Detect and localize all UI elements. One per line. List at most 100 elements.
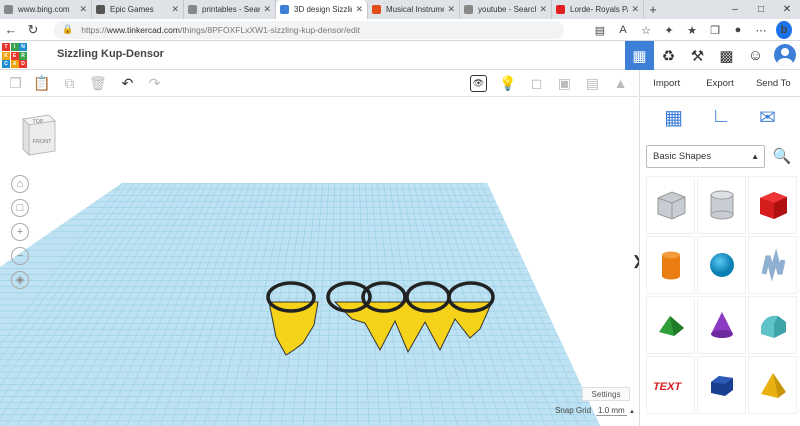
tab-favicon-icon xyxy=(372,5,381,14)
url-prefix: https:// xyxy=(81,24,107,35)
settings-button[interactable]: Settings xyxy=(582,387,630,401)
collections-icon[interactable]: ❐ xyxy=(707,24,723,37)
tab-favicon-icon xyxy=(188,5,197,14)
polygon-shape[interactable] xyxy=(697,356,746,414)
search-icon[interactable]: 🔍 xyxy=(771,145,793,168)
logo-letter: E xyxy=(10,51,19,60)
browser-tab[interactable]: 3D design Sizzlin ✕ xyxy=(276,0,368,19)
home-view-icon[interactable]: ⌂ xyxy=(11,175,29,193)
ungroup-icon[interactable]: ▣ xyxy=(556,75,573,92)
zoom-in-icon[interactable]: + xyxy=(11,223,29,241)
shape-category-select[interactable]: Basic Shapes ▲ xyxy=(646,145,765,168)
tab-close-icon[interactable]: ✕ xyxy=(263,4,271,15)
snap-grid[interactable]: Snap Grid 1.0 mm ▲ xyxy=(555,406,635,416)
build-icon[interactable]: ⚒ xyxy=(683,41,712,70)
notes-icon[interactable]: 💡 xyxy=(499,75,516,92)
snap-grid-value[interactable]: 1.0 mm xyxy=(596,406,627,416)
text-shape[interactable]: TEXT xyxy=(646,356,695,414)
pyramid-shape[interactable] xyxy=(748,356,797,414)
browser-address-bar: ← ↻ 🔒 https://www.tinkercad.com/things/8… xyxy=(0,19,800,41)
back-icon[interactable]: ← xyxy=(0,22,22,37)
notes-comment-icon[interactable]: ✉ xyxy=(759,105,776,135)
cylinder-shape[interactable] xyxy=(646,236,695,294)
logo-letter: C xyxy=(2,60,10,68)
chevron-updown-icon: ▲ xyxy=(751,152,759,161)
tab-favicon-icon xyxy=(96,5,105,14)
new-tab-icon[interactable]: + xyxy=(644,0,662,19)
more-icon[interactable]: ⋯ xyxy=(753,24,769,37)
perspective-icon[interactable]: ◈ xyxy=(11,271,29,289)
tab-close-icon[interactable]: ✕ xyxy=(171,4,179,15)
favorites-icon[interactable]: ★ xyxy=(684,24,700,37)
undo-icon[interactable]: ↶ xyxy=(119,75,136,92)
shapes-panel: Import Export Send To ▦ ∟ ✉ Basic Shapes… xyxy=(639,70,800,426)
url-path: /things/8PFOXFLxXW1-sizzling-kup-densor/… xyxy=(179,24,360,35)
maximize-icon[interactable]: □ xyxy=(748,0,774,19)
edit-toolbar: ❐ 📋 ⧉ 🗑 ↶ ↷ 👁 💡 ◻ ▣ ▤ ▲ xyxy=(0,70,638,97)
mirror-icon[interactable]: ▲ xyxy=(612,75,629,92)
export-button[interactable]: Export xyxy=(693,70,746,96)
group-icon[interactable]: ◻ xyxy=(528,75,545,92)
browser-tab[interactable]: www.bing.com ✕ xyxy=(0,0,92,19)
cone-shape[interactable] xyxy=(697,296,746,354)
box-hole-shape[interactable] xyxy=(646,176,695,234)
ruler-icon[interactable]: ∟ xyxy=(711,105,731,135)
3d-view-grid-icon[interactable]: ▦ xyxy=(625,41,654,70)
url-field[interactable]: 🔒 https://www.tinkercad.com/things/8PFOX… xyxy=(54,20,564,39)
profile-icon[interactable]: ● xyxy=(730,24,746,36)
workplane-icon[interactable]: ▦ xyxy=(664,105,683,135)
text-size-icon[interactable]: A xyxy=(615,24,631,36)
tab-close-icon[interactable]: ✕ xyxy=(539,4,547,15)
design-title[interactable]: Sizzling Kup-Densor xyxy=(57,48,164,60)
send-to-button[interactable]: Send To xyxy=(747,70,800,96)
round-roof-shape[interactable] xyxy=(748,296,797,354)
add-user-icon[interactable]: ☺ xyxy=(741,41,770,70)
paste-icon[interactable]: 📋 xyxy=(33,75,50,92)
avatar[interactable] xyxy=(774,44,796,66)
scribble-shape[interactable] xyxy=(748,236,797,294)
roof-shape[interactable] xyxy=(646,296,695,354)
browser-tab[interactable]: Epic Games ✕ xyxy=(92,0,184,19)
bricks-icon[interactable]: ▩ xyxy=(712,41,741,70)
copy-icon[interactable]: ❐ xyxy=(7,75,24,92)
tab-close-icon[interactable]: ✕ xyxy=(631,4,639,15)
read-aloud-icon[interactable]: ▤ xyxy=(592,24,608,37)
close-icon[interactable]: ✕ xyxy=(774,0,800,19)
viewcube-front-label: FRONT xyxy=(33,139,53,145)
align-icon[interactable]: ▤ xyxy=(584,75,601,92)
shape-category-value: Basic Shapes xyxy=(653,151,712,162)
redo-icon[interactable]: ↷ xyxy=(146,75,163,92)
tab-favicon-icon xyxy=(464,5,473,14)
cylinder-hole-shape[interactable] xyxy=(697,176,746,234)
fit-view-icon[interactable]: □ xyxy=(11,199,29,217)
reload-icon[interactable]: ↻ xyxy=(22,22,44,38)
viewcube-top-label: TOP xyxy=(32,119,44,125)
tab-label: Epic Games xyxy=(110,5,154,14)
delete-icon[interactable]: 🗑 xyxy=(89,75,107,92)
tab-label: Lorde- Royals PA xyxy=(570,5,629,14)
minimize-icon[interactable]: – xyxy=(722,0,748,19)
browser-tab[interactable]: Lorde- Royals PA ✕ xyxy=(552,0,644,19)
browser-tab[interactable]: printables - Searc ✕ xyxy=(184,0,276,19)
extensions-icon[interactable]: ✦ xyxy=(661,24,677,37)
browser-actions: ▤ A ☆ ✦ ★ ❐ ● ⋯ b xyxy=(592,21,792,39)
workplane-canvas[interactable]: TOP FRONT ⌂ □ + − ◈ Settings Snap Grid 1.… xyxy=(0,97,638,426)
tab-close-icon[interactable]: ✕ xyxy=(355,4,363,15)
browser-tab[interactable]: Musical Instrume ✕ xyxy=(368,0,460,19)
box-shape[interactable] xyxy=(748,176,797,234)
favorite-star-icon[interactable]: ☆ xyxy=(638,24,654,37)
bing-chat-icon[interactable]: b xyxy=(776,21,792,39)
show-all-icon[interactable]: 👁 xyxy=(470,75,487,92)
logo-letter: A xyxy=(10,60,19,68)
duplicate-icon[interactable]: ⧉ xyxy=(61,75,78,92)
browser-tab[interactable]: youtube - Search ✕ xyxy=(460,0,552,19)
tinkercad-logo[interactable]: TIN KER CAD xyxy=(2,43,27,68)
workplane-svg xyxy=(0,183,600,426)
zoom-out-icon[interactable]: − xyxy=(11,247,29,265)
tab-close-icon[interactable]: ✕ xyxy=(79,4,87,15)
blocks-icon[interactable]: ♻ xyxy=(654,41,683,70)
view-cube[interactable]: TOP FRONT xyxy=(19,113,57,157)
import-button[interactable]: Import xyxy=(640,70,693,96)
tab-close-icon[interactable]: ✕ xyxy=(447,4,455,15)
sphere-shape[interactable] xyxy=(697,236,746,294)
